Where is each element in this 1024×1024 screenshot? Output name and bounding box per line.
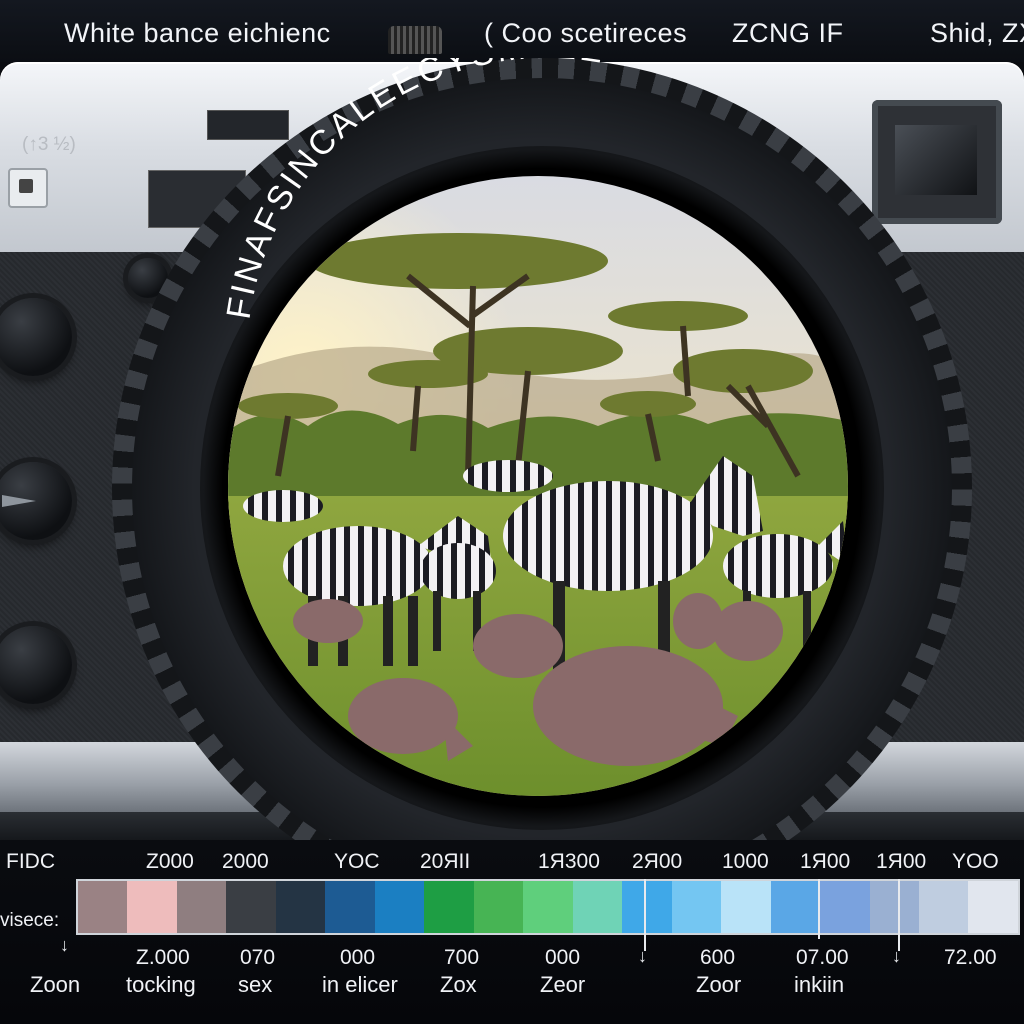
scale-tick-label: 20ЯII: [420, 850, 471, 873]
scale-word: in elicer: [322, 972, 398, 997]
scale-color-segment[interactable]: [523, 881, 573, 933]
scale-tick-label: YOO: [952, 850, 999, 873]
white-balance-label: White bance eichienc: [64, 18, 331, 48]
scale-color-segment[interactable]: [968, 881, 1018, 933]
scale-word: Zeor: [540, 972, 586, 997]
zoom-info-label: ZCNG IF: [732, 18, 844, 48]
scale-color-segment[interactable]: [325, 881, 375, 933]
scale-value: 700: [444, 946, 480, 969]
scale-color-segment[interactable]: [721, 881, 771, 933]
scale-color-segment[interactable]: [374, 881, 425, 933]
scale-marker-line: [898, 879, 900, 951]
scale-tick-label: Z000: [146, 850, 194, 873]
scale-tick-label: 1Я00: [876, 850, 927, 873]
scale-side-label: visece:: [0, 910, 60, 931]
scale-marker-line: [818, 879, 820, 939]
scale-word: Zoor: [696, 972, 742, 997]
scale-value: Z.000: [136, 946, 190, 969]
scale-color-segment[interactable]: [622, 881, 672, 933]
scale-value: 600: [700, 946, 736, 969]
marker-arrow-icon: ↓: [638, 946, 647, 966]
color-scene-label: ( Coo scetireces: [484, 18, 688, 48]
scale-color-segment[interactable]: [869, 881, 919, 933]
shift-info-label: Shid, ZX: [930, 18, 1024, 48]
lens-engraving-text: FINAFSINCALEECYSMTEE: [220, 58, 606, 322]
scale-value: 72.00: [944, 946, 997, 969]
scale-tick-label: YOC: [334, 850, 380, 873]
mode-faint-label: (↑3 ½): [22, 134, 76, 155]
dial-pointer-icon: [2, 495, 36, 507]
scale-color-segment[interactable]: [770, 881, 821, 933]
scale-word: Zox: [440, 972, 477, 997]
scale-tick-label: 2000: [222, 850, 269, 873]
scale-tick-label: 1000: [722, 850, 769, 873]
scale-word: inkiin: [794, 972, 845, 997]
scale-word: tocking: [126, 972, 196, 997]
svg-text:FINAFSINCALEECYSMTEE: FINAFSINCALEECYSMTEE: [220, 58, 609, 322]
scale-tick-label: FIDC: [6, 850, 55, 873]
scale-value: 07.00: [796, 946, 849, 969]
lens-engraving: FINAFSINCALEECYSMTEE: [220, 58, 609, 322]
zoom-scale-bar[interactable]: [76, 879, 1020, 935]
scale-color-segment[interactable]: [226, 881, 276, 933]
self-timer-button[interactable]: [8, 168, 48, 208]
scale-color-segment[interactable]: [424, 881, 474, 933]
scale-color-segment[interactable]: [671, 881, 722, 933]
marker-arrow-icon: ↓: [892, 946, 901, 966]
scale-tick-label: 1Я00: [800, 850, 851, 873]
scale-color-segment[interactable]: [572, 881, 623, 933]
marker-arrow-icon: ↓: [60, 935, 69, 955]
hot-shoe: [388, 26, 442, 54]
scale-color-segment[interactable]: [473, 881, 524, 933]
scale-tick-label: 2Я00: [632, 850, 683, 873]
scale-color-segment[interactable]: [176, 881, 227, 933]
scale-color-segment[interactable]: [820, 881, 870, 933]
scale-value: 000: [545, 946, 581, 969]
scale-color-segment[interactable]: [127, 881, 177, 933]
scale-tick-label: 1Я300: [538, 850, 600, 873]
scale-word: Zoon: [30, 972, 81, 997]
scale-word: sex: [238, 972, 273, 997]
scale-value: 070: [240, 946, 276, 969]
scale-color-segment[interactable]: [918, 881, 969, 933]
scale-marker-line: [644, 879, 646, 951]
scale-color-segment[interactable]: [78, 881, 128, 933]
scale-color-segment[interactable]: [275, 881, 326, 933]
scale-value: 000: [340, 946, 376, 969]
